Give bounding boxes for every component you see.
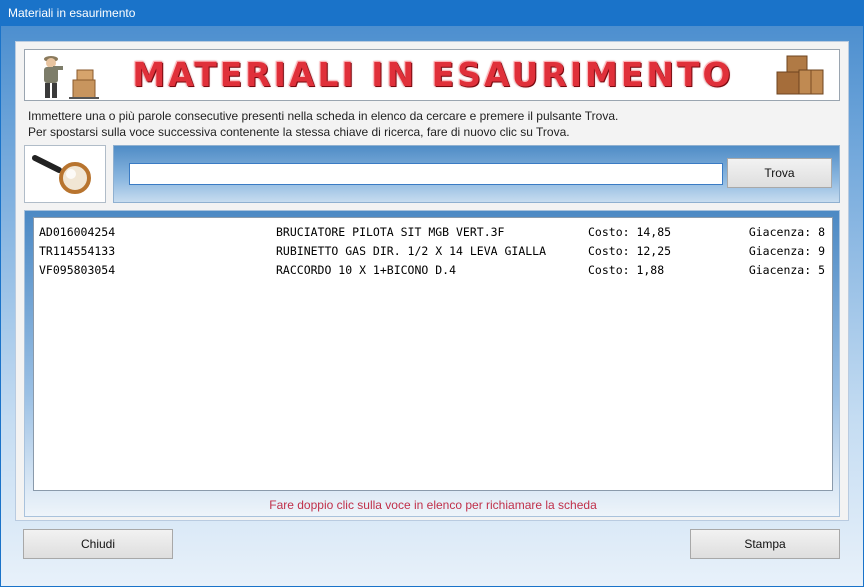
item-cost: Costo: 12,25 xyxy=(588,244,672,258)
item-code: AD016004254 xyxy=(39,225,116,239)
item-stock: Giacenza: 5 xyxy=(748,263,825,277)
instructions-line-2: Per spostarsi sulla voce successiva cont… xyxy=(28,125,570,139)
item-description: RACCORDO 10 X 1+BICONO D.4 xyxy=(276,263,457,277)
list-item[interactable]: AD016004254 BRUCIATORE PILOTA SIT MGB VE… xyxy=(34,223,832,242)
search-input[interactable] xyxy=(129,163,723,185)
item-description: BRUCIATORE PILOTA SIT MGB VERT.3F xyxy=(276,225,505,239)
search-bar: Trova xyxy=(113,145,840,203)
search-icon-box xyxy=(24,145,106,203)
item-cost: Costo: 14,85 xyxy=(588,225,672,239)
magnifying-glass-icon xyxy=(32,155,91,194)
item-stock: Giacenza: 8 xyxy=(748,225,825,239)
main-window: MATERIALI IN ESAURIMENTO Immettere una o… xyxy=(1,26,863,586)
item-code: VF095803054 xyxy=(39,263,116,277)
cardboard-boxes-icon xyxy=(776,55,824,95)
list-item[interactable]: VF095803054 RACCORDO 10 X 1+BICONO D.4 C… xyxy=(34,261,832,280)
list-item[interactable]: TR114554133 RUBINETTO GAS DIR. 1/2 X 14 … xyxy=(34,242,832,261)
results-frame: AD016004254 BRUCIATORE PILOTA SIT MGB VE… xyxy=(24,210,840,517)
header-banner: MATERIALI IN ESAURIMENTO xyxy=(24,49,840,101)
list-hint: Fare doppio clic sulla voce in elenco pe… xyxy=(269,498,597,512)
item-description: RUBINETTO GAS DIR. 1/2 X 14 LEVA GIALLA xyxy=(276,244,547,258)
instructions: Immettere una o più parole consecutive p… xyxy=(28,108,838,140)
item-code: TR114554133 xyxy=(39,244,116,258)
item-stock: Giacenza: 9 xyxy=(748,244,825,258)
find-button[interactable]: Trova xyxy=(727,158,832,188)
banner-title: MATERIALI IN ESAURIMENTO xyxy=(132,55,734,94)
window-title: Materiali in esaurimento xyxy=(0,0,864,26)
results-list[interactable]: AD016004254 BRUCIATORE PILOTA SIT MGB VE… xyxy=(33,217,833,491)
item-cost: Costo: 1,88 xyxy=(588,263,665,277)
close-button[interactable]: Chiudi xyxy=(23,529,173,559)
content-panel: MATERIALI IN ESAURIMENTO Immettere una o… xyxy=(15,41,849,521)
instructions-line-1: Immettere una o più parole consecutive p… xyxy=(28,109,619,123)
print-button[interactable]: Stampa xyxy=(690,529,840,559)
